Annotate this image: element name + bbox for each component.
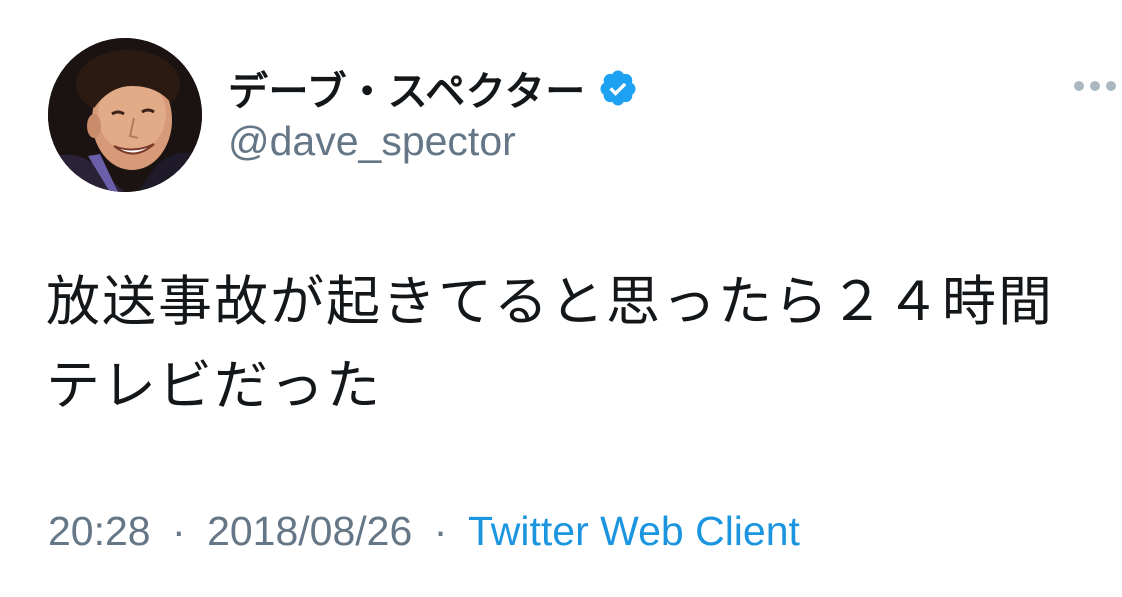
more-dots-icon[interactable] — [1072, 76, 1118, 96]
user-handle[interactable]: @dave_spector — [228, 118, 516, 165]
avatar-photo — [48, 38, 202, 192]
tweet-metadata: 20:28 · 2018/08/26 · Twitter Web Client — [48, 508, 800, 555]
name-row: デーブ・スペクター — [228, 62, 638, 114]
tweet-time[interactable]: 20:28 — [48, 508, 151, 554]
verified-badge-icon — [598, 68, 638, 108]
display-name[interactable]: デーブ・スペクター — [228, 59, 586, 117]
avatar[interactable] — [48, 38, 202, 192]
tweet-text: 放送事故が起きてると思ったら２４時間テレビだった — [46, 272, 1054, 416]
tweet-card: デーブ・スペクター @dave_spector 放送事故が起きてると思ったら２４… — [0, 0, 1122, 597]
tweet-date[interactable]: 2018/08/26 — [207, 508, 412, 554]
meta-separator: · — [433, 508, 448, 554]
meta-separator: · — [172, 508, 186, 554]
tweet-source-link[interactable]: Twitter Web Client — [468, 508, 800, 554]
